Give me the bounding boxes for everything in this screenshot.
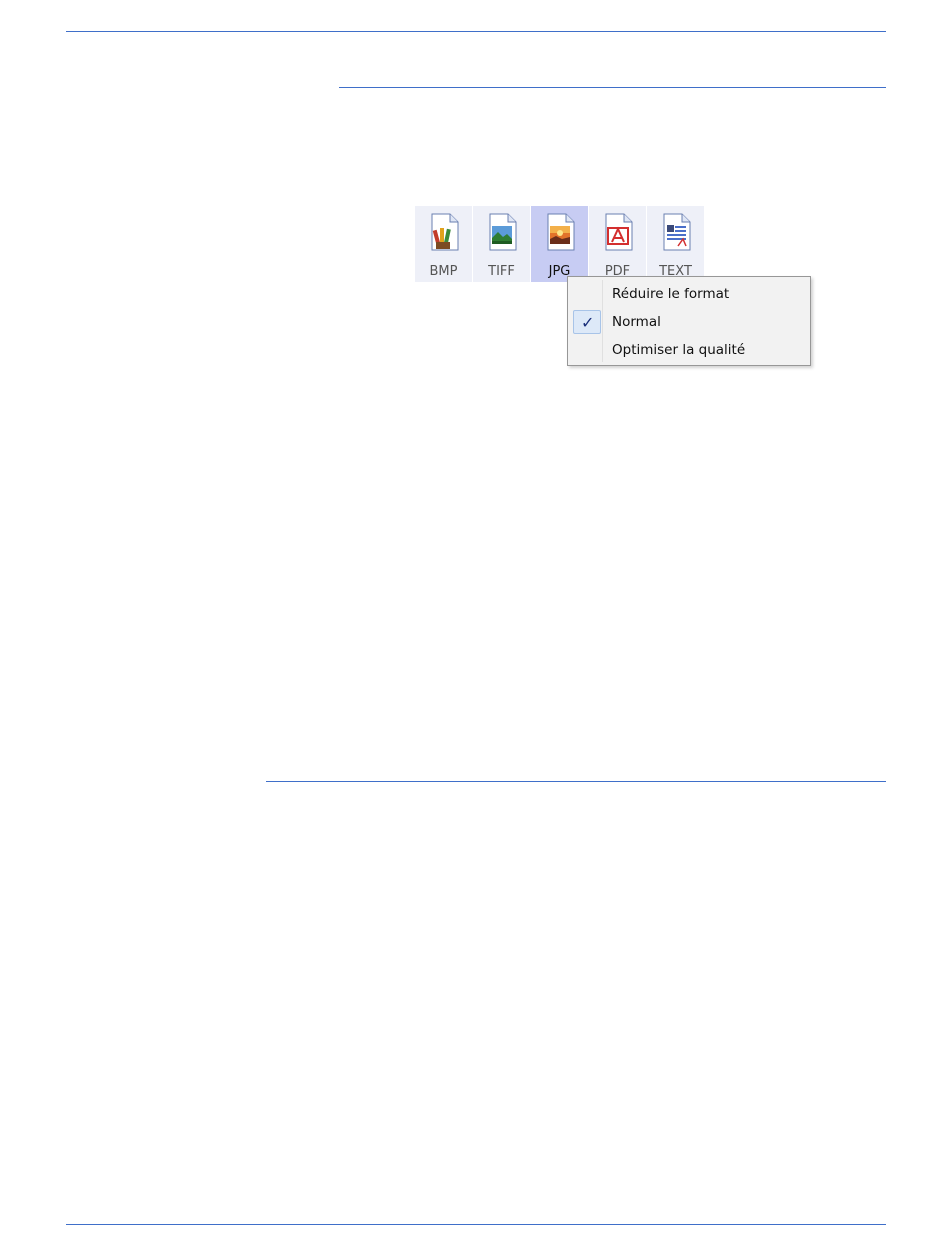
pdf-file-icon [605, 213, 633, 251]
tiff-file-icon [489, 213, 517, 251]
file-format-toolbar: BMP TIFF JPG PDF TEXT [415, 206, 705, 282]
menu-check-area [573, 338, 601, 362]
page-format-context-menu: Réduire le format ✓ Normal Optimiser la … [567, 276, 811, 366]
menu-check-area: ✓ [573, 310, 601, 334]
section-divider [266, 781, 886, 782]
menu-item-optimize-quality[interactable]: Optimiser la qualité [570, 337, 808, 363]
bmp-file-icon [431, 213, 459, 251]
format-button-jpg[interactable]: JPG [531, 206, 589, 282]
jpg-file-icon [547, 213, 575, 251]
format-label: TIFF [488, 264, 515, 279]
text-file-icon [663, 213, 691, 251]
page-header-rule [66, 31, 886, 32]
menu-item-reduce-size[interactable]: Réduire le format [570, 281, 808, 307]
format-label: BMP [429, 264, 458, 279]
menu-item-label: Réduire le format [612, 286, 730, 302]
section-divider [339, 87, 886, 88]
page-footer-rule [66, 1224, 886, 1225]
menu-item-label: Optimiser la qualité [612, 342, 746, 358]
menu-item-label: Normal [612, 314, 661, 330]
format-button-text[interactable]: TEXT [647, 206, 705, 282]
menu-item-normal[interactable]: ✓ Normal [570, 309, 808, 335]
format-button-tiff[interactable]: TIFF [473, 206, 531, 282]
menu-check-area [573, 282, 601, 306]
format-button-bmp[interactable]: BMP [415, 206, 473, 282]
checkmark-icon: ✓ [581, 313, 595, 332]
format-button-pdf[interactable]: PDF [589, 206, 647, 282]
